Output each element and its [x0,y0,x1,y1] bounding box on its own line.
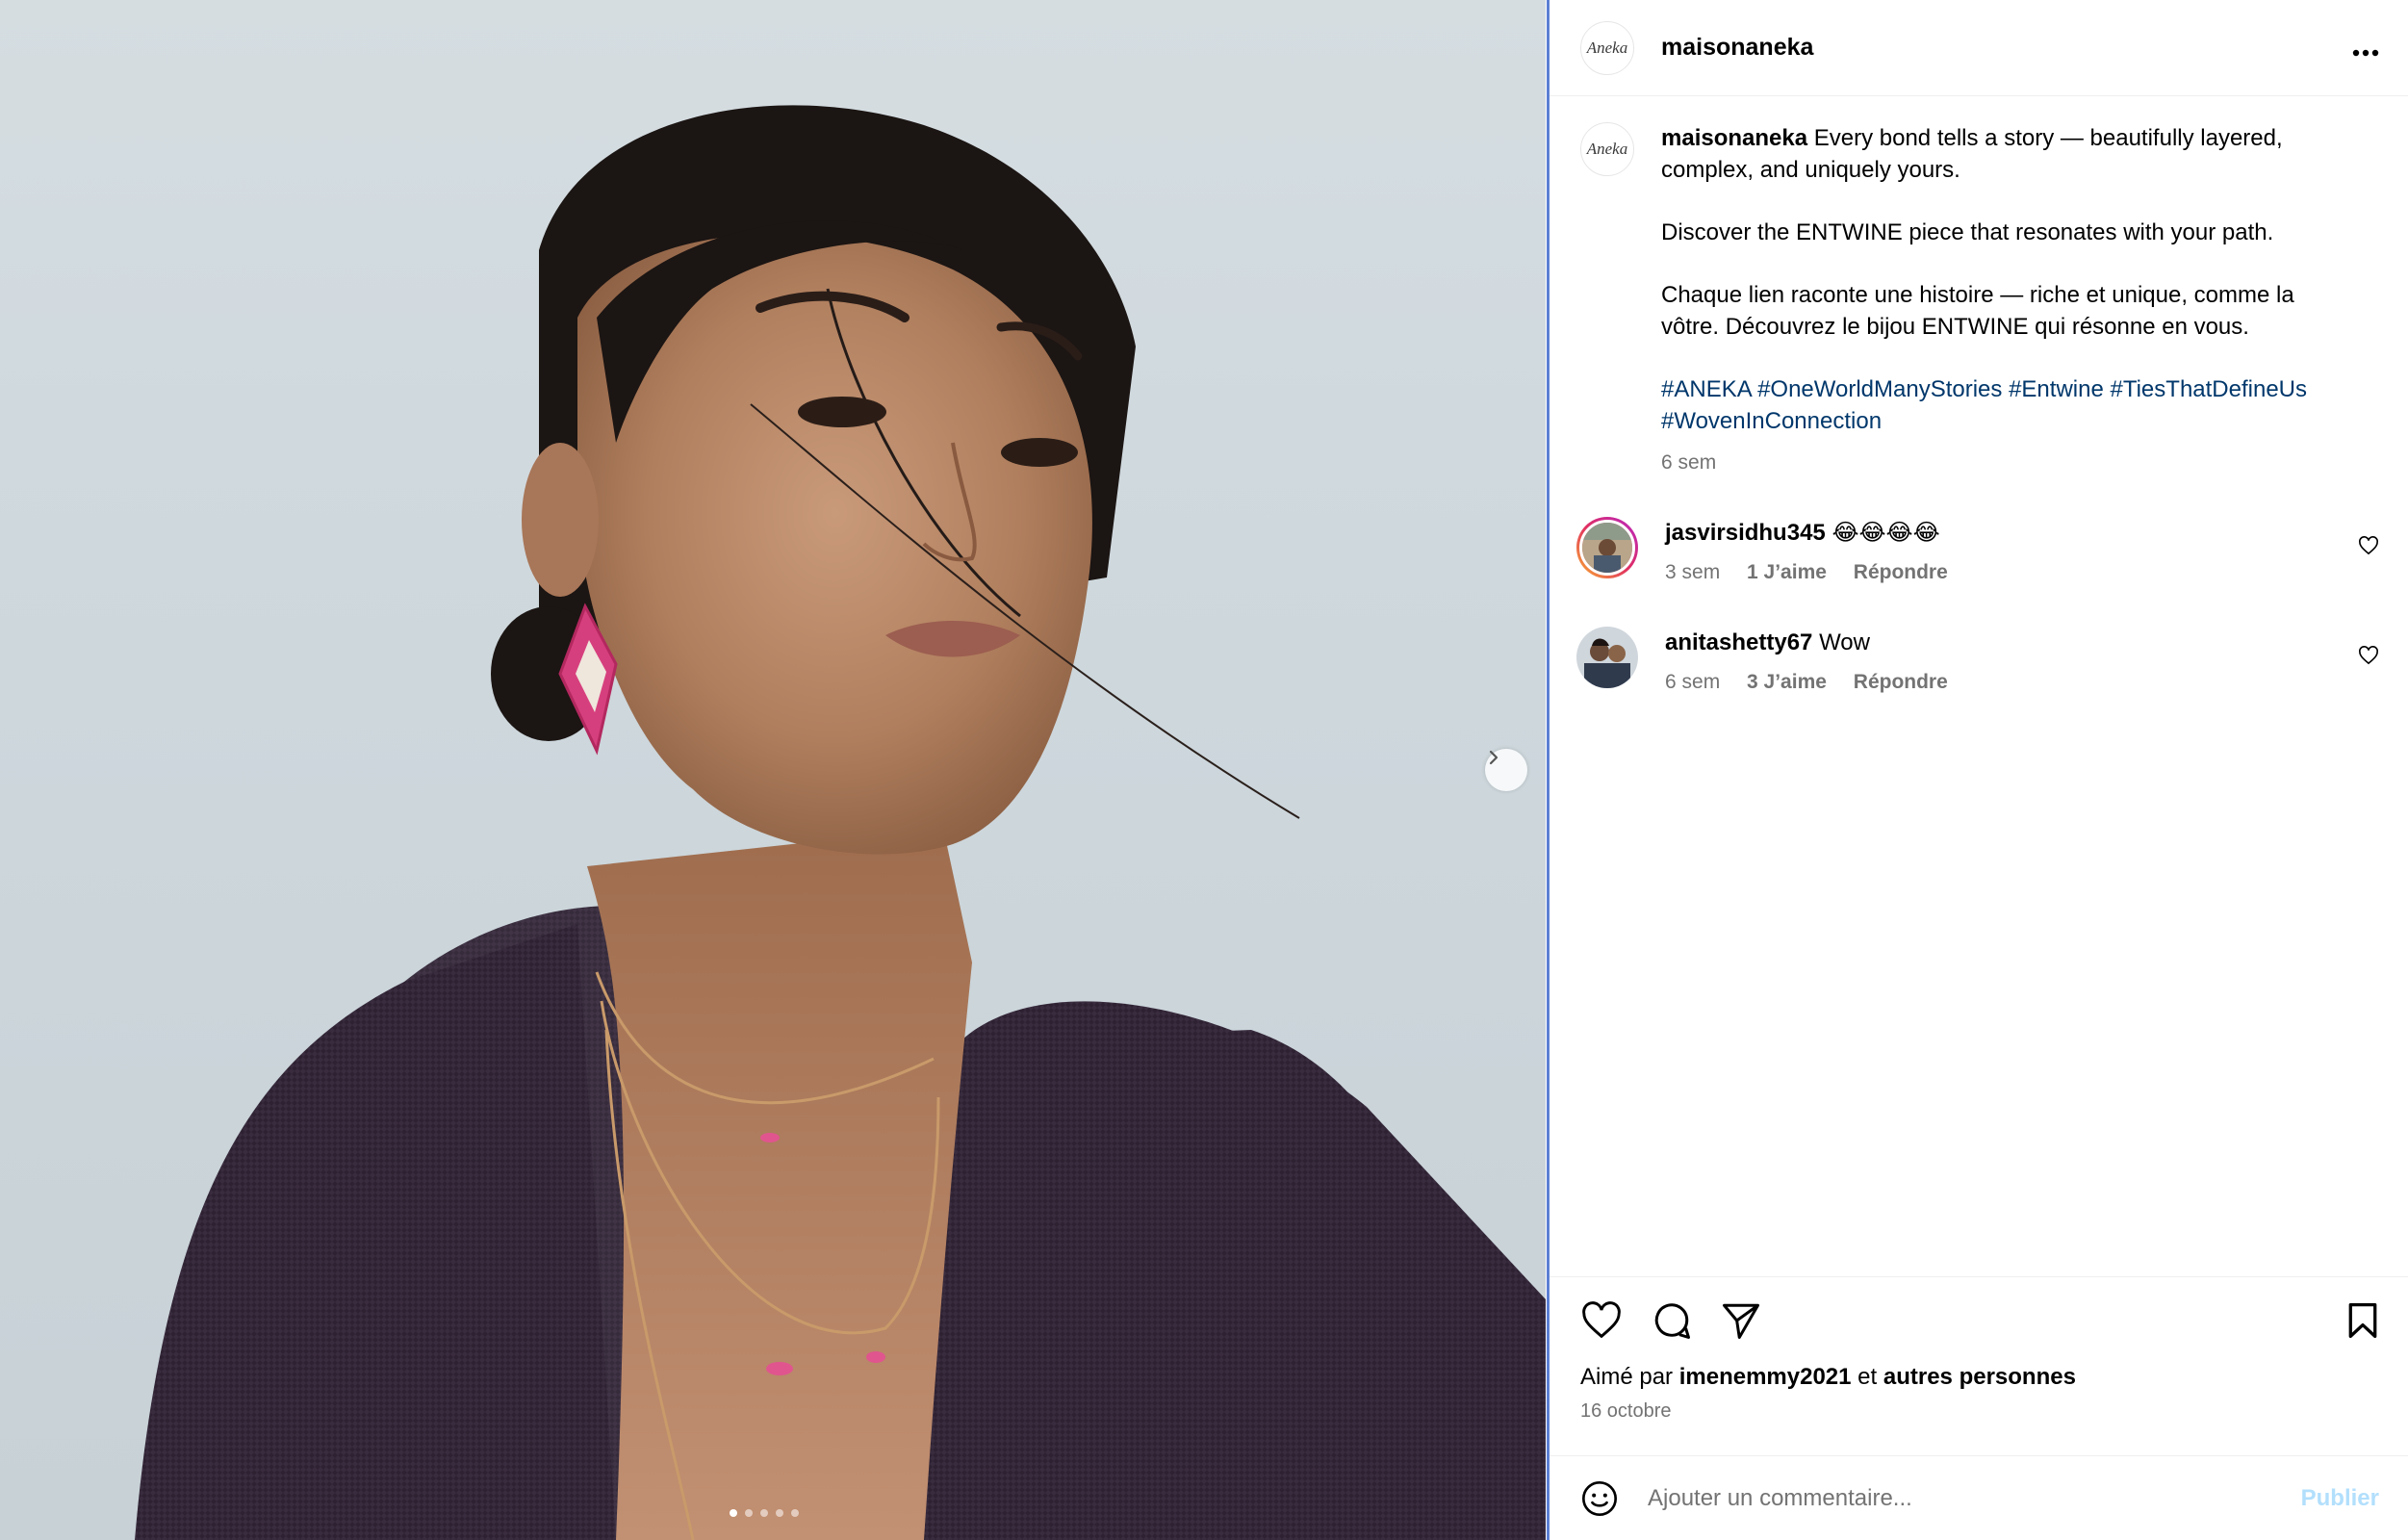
comment-button[interactable] [1652,1300,1692,1341]
carousel-dot [776,1509,783,1517]
hashtag-link[interactable]: #Entwine [2009,376,2104,402]
comment-time: 3 sem [1665,561,1721,583]
likes-joiner: et [1857,1364,1878,1390]
account-avatar[interactable]: Aneka [1580,20,1634,75]
caption-text-line2: Discover the ENTWINE piece that resonate… [1661,219,2274,245]
brand-logo-text: Aneka [1586,38,1628,57]
caption: Aneka maisonaneka Every bond tells a sto… [1580,122,2379,478]
publish-button[interactable]: Publier [2301,1485,2379,1512]
hashtag-link[interactable]: #OneWorldManyStories [1757,376,2002,402]
paper-plane-icon [1723,1303,1759,1339]
commenter-photo [1576,627,1638,688]
caption-text-line3: Chaque lien raconte une histoire — riche… [1661,282,2294,340]
add-comment-bar: Publier [1550,1455,2408,1540]
post-date: 16 octobre [1580,1400,1672,1422]
hashtag-link[interactable]: #TiesThatDefineUs [2110,376,2307,402]
more-dots-icon [2352,49,2379,56]
like-comment-button[interactable] [2358,536,2379,560]
save-button[interactable] [2346,1301,2379,1340]
likes-prefix: Aimé par [1580,1364,1674,1390]
comment-input[interactable] [1648,1484,2301,1512]
post-actions: Aimé par imenemmy2021 et autres personne… [1550,1276,2408,1423]
comment-text: Wow [1819,629,1870,655]
comment-username[interactable]: jasvirsidhu345 [1665,520,1826,546]
more-options-button[interactable] [2352,38,2379,58]
chevron-right-icon [1489,750,1499,765]
reply-button[interactable]: Répondre [1854,671,1948,693]
likes-others-link[interactable]: autres personnes [1883,1364,2076,1390]
next-slide-button[interactable] [1485,749,1527,791]
comment-time: 6 sem [1665,671,1721,693]
post-photo [135,105,1546,1540]
caption-hashtags: #ANEKA #OneWorldManyStories #Entwine #Ti… [1661,373,2354,437]
commenter-avatar[interactable] [1576,627,1638,688]
post-header: Aneka maisonaneka [1550,0,2408,96]
hashtag-link[interactable]: #ANEKA [1661,376,1751,402]
liker-username[interactable]: imenemmy2021 [1679,1364,1852,1390]
caption-time: 6 sem [1661,451,1717,474]
comment-text: 😂😂😂😂 [1832,520,1940,546]
comment-item: jasvirsidhu345 😂😂😂😂 3 sem 1 J’aime Répon… [1576,517,2379,588]
bookmark-icon [2348,1303,2377,1338]
likes-summary: Aimé par imenemmy2021 et autres personne… [1580,1364,2379,1391]
carousel-indicator [730,1509,799,1517]
comment-likes[interactable]: 1 J’aime [1747,561,1827,583]
comments-section[interactable]: Aneka maisonaneka Every bond tells a sto… [1550,97,2408,1276]
commenter-photo [1582,523,1632,573]
reply-button[interactable]: Répondre [1854,561,1948,583]
hashtag-link[interactable]: #WovenInConnection [1661,408,1882,434]
caption-avatar[interactable]: Aneka [1580,122,1634,176]
share-button[interactable] [1721,1301,1761,1340]
header-username[interactable]: maisonaneka [1661,34,2352,62]
caption-username[interactable]: maisonaneka [1661,125,1807,151]
carousel-dot [745,1509,753,1517]
comment-likes[interactable]: 3 J’aime [1747,671,1827,693]
heart-icon [1582,1301,1621,1339]
carousel-dot [730,1509,737,1517]
carousel-dot [791,1509,799,1517]
carousel-dot [760,1509,768,1517]
like-comment-button[interactable] [2358,646,2379,670]
heart-outline-icon [2359,536,2378,555]
post-side-panel: Aneka maisonaneka Aneka maisonaneka Ever… [1547,0,2408,1540]
brand-logo-text: Aneka [1586,140,1628,158]
emoji-button[interactable] [1580,1479,1619,1518]
commenter-avatar[interactable] [1576,517,1638,578]
heart-outline-icon [2359,646,2378,665]
comment-username[interactable]: anitashetty67 [1665,629,1812,655]
smiley-icon [1582,1480,1617,1516]
speech-bubble-icon [1654,1303,1690,1339]
post-media[interactable] [0,0,1546,1540]
like-button[interactable] [1580,1301,1623,1340]
comment-item: anitashetty67 Wow 6 sem 3 J’aime Répondr… [1576,627,2379,698]
